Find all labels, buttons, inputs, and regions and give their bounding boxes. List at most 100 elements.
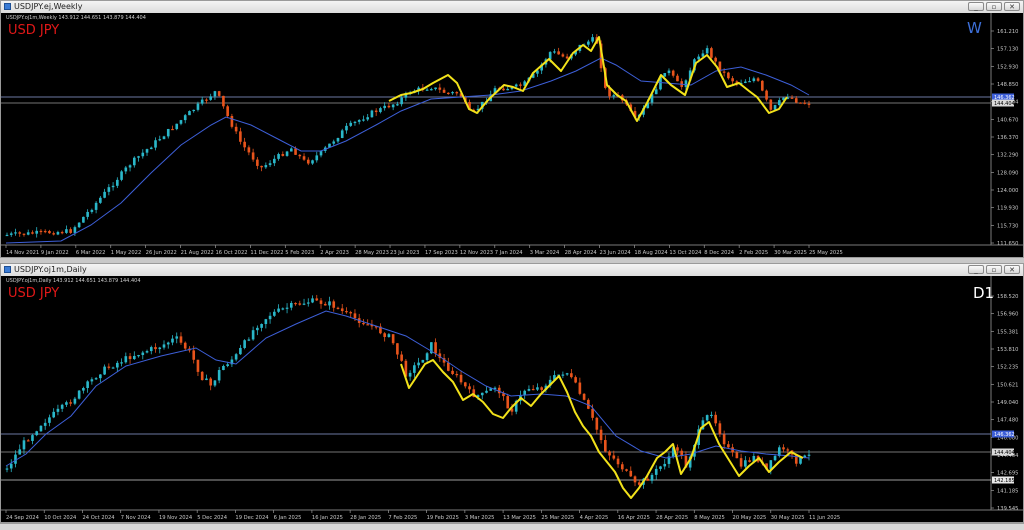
price-tick-label: 111.650 <box>997 241 1018 247</box>
time-tick-label: 30 May 2025 <box>771 515 805 521</box>
candle-body <box>336 307 340 309</box>
time-tick-label: 13 Mar 2025 <box>503 515 536 521</box>
time-tick-label: 1 May 2022 <box>111 250 142 256</box>
weekly-symbol-info: USDJPY.oj1m,Weekly 143.912 144.651 143.8… <box>6 15 146 21</box>
candle-body <box>349 122 353 126</box>
candle-body <box>782 447 785 450</box>
candle-body <box>650 474 654 481</box>
restore-icon[interactable]: ▫ <box>986 265 1002 274</box>
candle-body <box>256 159 259 166</box>
candle-body <box>506 88 510 91</box>
candle-body <box>217 91 221 96</box>
candle-body <box>196 103 200 110</box>
daily-window-title: USDJPY.oj1m,Daily <box>14 265 87 274</box>
candle-body <box>111 367 115 369</box>
candle-body <box>5 234 9 237</box>
restore-icon[interactable]: ▫ <box>986 2 1002 11</box>
candle-body <box>442 89 446 93</box>
candle-body <box>446 92 450 94</box>
candle-body <box>374 110 378 113</box>
candle-body <box>277 154 280 159</box>
candle-body <box>362 322 365 325</box>
minimize-icon[interactable]: _ <box>968 265 984 274</box>
close-icon[interactable]: ✕ <box>1004 265 1020 274</box>
time-tick-label: 20 May 2025 <box>733 515 767 521</box>
candle-body <box>31 232 34 234</box>
candle-body <box>243 141 246 148</box>
candle-body <box>604 440 607 452</box>
price-tick-label: 149.040 <box>997 400 1018 406</box>
candle-body <box>561 374 565 376</box>
candle-body <box>446 362 450 371</box>
time-tick-label: 5 Dec 2024 <box>197 515 228 521</box>
candle-body <box>608 451 611 456</box>
candle-body <box>349 312 353 314</box>
daily-symbol-info: USDJPY.oj1m,Daily 143.912 144.651 143.87… <box>6 278 141 284</box>
candle-body <box>256 327 259 331</box>
candle-body <box>612 95 616 97</box>
candle-body <box>430 89 433 91</box>
time-tick-label: 11 Dec 2022 <box>250 250 283 256</box>
candle-body <box>777 100 781 106</box>
price-tick-label: 157.130 <box>997 47 1018 53</box>
candle-body <box>684 80 688 87</box>
weekly-timeframe-label: W <box>967 19 982 37</box>
time-tick-label: 7 Nov 2024 <box>121 515 152 521</box>
candle-body <box>247 147 251 153</box>
candle-body <box>370 110 374 118</box>
candle-body <box>90 379 94 382</box>
candle-body <box>26 232 30 235</box>
candle-body <box>553 51 556 53</box>
time-tick-label: 8 Dec 2024 <box>704 250 735 256</box>
candle-body <box>268 163 272 166</box>
candle-body <box>298 303 302 305</box>
candle-body <box>103 191 106 198</box>
price-highlight-label: 146.362 <box>994 432 1015 438</box>
candle-body <box>43 230 47 233</box>
candle-body <box>413 365 416 373</box>
candle-body <box>294 302 297 305</box>
candle-body <box>383 105 386 109</box>
candle-body <box>714 414 717 424</box>
time-tick-label: 4 Apr 2025 <box>580 515 609 521</box>
candle-body <box>18 449 22 455</box>
candle-body <box>438 87 442 90</box>
minimize-icon[interactable]: _ <box>968 2 984 11</box>
candle-body <box>137 156 140 158</box>
candle-body <box>315 155 319 161</box>
candle-body <box>77 390 81 399</box>
time-tick-label: 17 Sep 2023 <box>425 250 458 256</box>
candle-body <box>744 460 747 467</box>
daily-chart-plot[interactable]: 158.520 156.960 155.381 153.810 152.235 150.6… <box>1 276 1023 522</box>
candle-body <box>239 131 242 142</box>
candle-body <box>748 460 751 462</box>
candle-body <box>52 411 55 418</box>
candle-body <box>722 71 726 73</box>
candle-body <box>536 387 539 390</box>
time-tick-label: 16 Jan 2025 <box>312 515 343 521</box>
candle-body <box>69 229 72 233</box>
candle-body <box>73 227 77 233</box>
candle-body <box>69 402 72 404</box>
zigzag-line <box>388 36 788 122</box>
candle-body <box>799 102 802 104</box>
candle-body <box>209 96 212 100</box>
candle-body <box>14 232 17 234</box>
candle-body <box>591 408 594 418</box>
candle-body <box>103 366 106 375</box>
price-tick-label: 152.930 <box>997 64 1018 70</box>
candle-body <box>175 336 179 339</box>
candle-body <box>82 216 85 223</box>
close-icon[interactable]: ✕ <box>1004 2 1020 11</box>
candle-body <box>273 311 276 316</box>
candle-body <box>26 440 30 442</box>
candle-body <box>540 387 543 390</box>
candle-body <box>663 73 667 77</box>
candle-body <box>531 388 535 391</box>
time-tick-label: 25 Mar 2025 <box>541 515 574 521</box>
candle-body <box>727 444 730 448</box>
price-tick-label: 142.695 <box>997 471 1018 477</box>
weekly-chart-plot[interactable]: 161.210 157.130 152.930 148.850 144.404 140.6… <box>1 13 1023 257</box>
candle-body <box>268 315 272 320</box>
candle-body <box>705 415 709 421</box>
